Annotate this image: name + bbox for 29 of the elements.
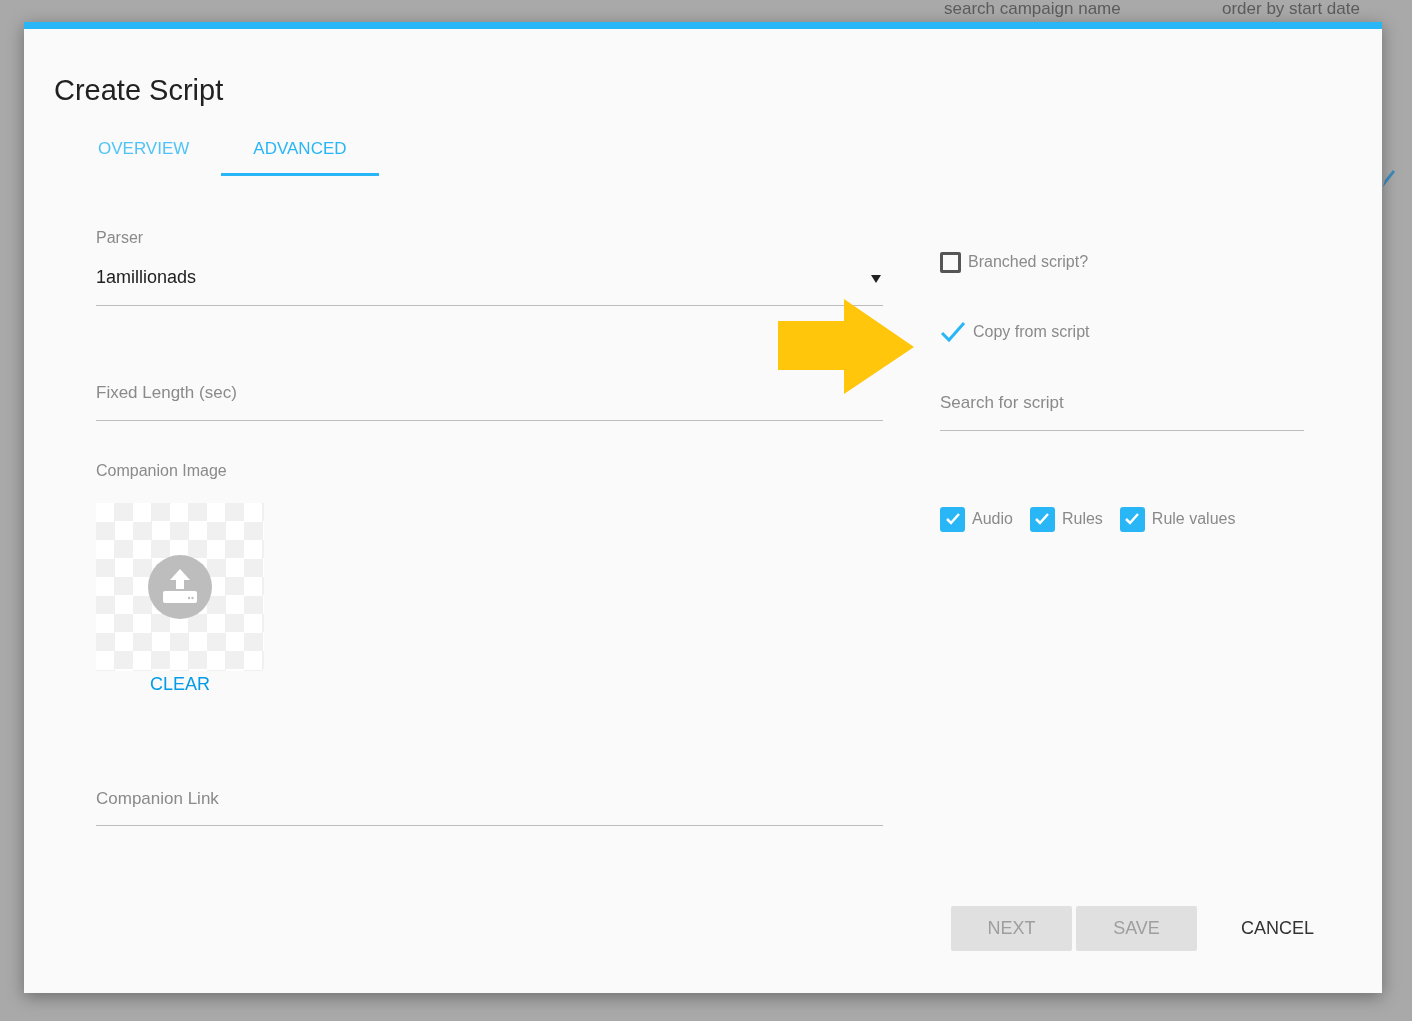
field-label: Companion Image bbox=[96, 460, 228, 481]
search-field[interactable]: search campaign name bbox=[944, 0, 1121, 19]
checkmark-icon bbox=[944, 512, 961, 527]
checkbox-label: Audio bbox=[972, 509, 1013, 530]
checkbox[interactable] bbox=[940, 506, 965, 532]
checkbox-label: Rules bbox=[1061, 509, 1103, 530]
checkbox[interactable] bbox=[1029, 506, 1055, 532]
dialog-button[interactable]: CANCEL bbox=[1201, 906, 1315, 951]
checkmark[interactable] bbox=[940, 321, 966, 344]
search-field[interactable]: Search for script bbox=[940, 384, 1304, 431]
clear-button[interactable]: CLEAR bbox=[96, 670, 264, 698]
image-upload-area[interactable] bbox=[96, 502, 264, 671]
checkbox-label: Rule values bbox=[1151, 509, 1236, 530]
dropdown-caret-icon bbox=[871, 274, 881, 283]
checkmark-icon bbox=[1124, 512, 1141, 527]
sort-dropdown[interactable]: order by start date bbox=[1222, 0, 1360, 19]
input-field[interactable]: Companion Link bbox=[96, 779, 883, 827]
parser-select[interactable]: 1amillionads bbox=[96, 256, 883, 307]
checkbox-label: Copy from script bbox=[973, 322, 1090, 343]
checkmark-icon bbox=[1034, 512, 1051, 527]
tab[interactable]: ADVANCED bbox=[221, 125, 379, 177]
upload-icon bbox=[148, 554, 212, 619]
tab[interactable]: OVERVIEW bbox=[66, 125, 222, 177]
dialog-title: Create Script bbox=[54, 73, 225, 108]
checkbox[interactable] bbox=[940, 251, 961, 273]
checkbox[interactable] bbox=[1119, 506, 1145, 532]
select-value: 1amillionads bbox=[96, 266, 198, 290]
checkbox-label: Branched script? bbox=[968, 252, 1089, 273]
field-label: Parser bbox=[96, 228, 145, 249]
